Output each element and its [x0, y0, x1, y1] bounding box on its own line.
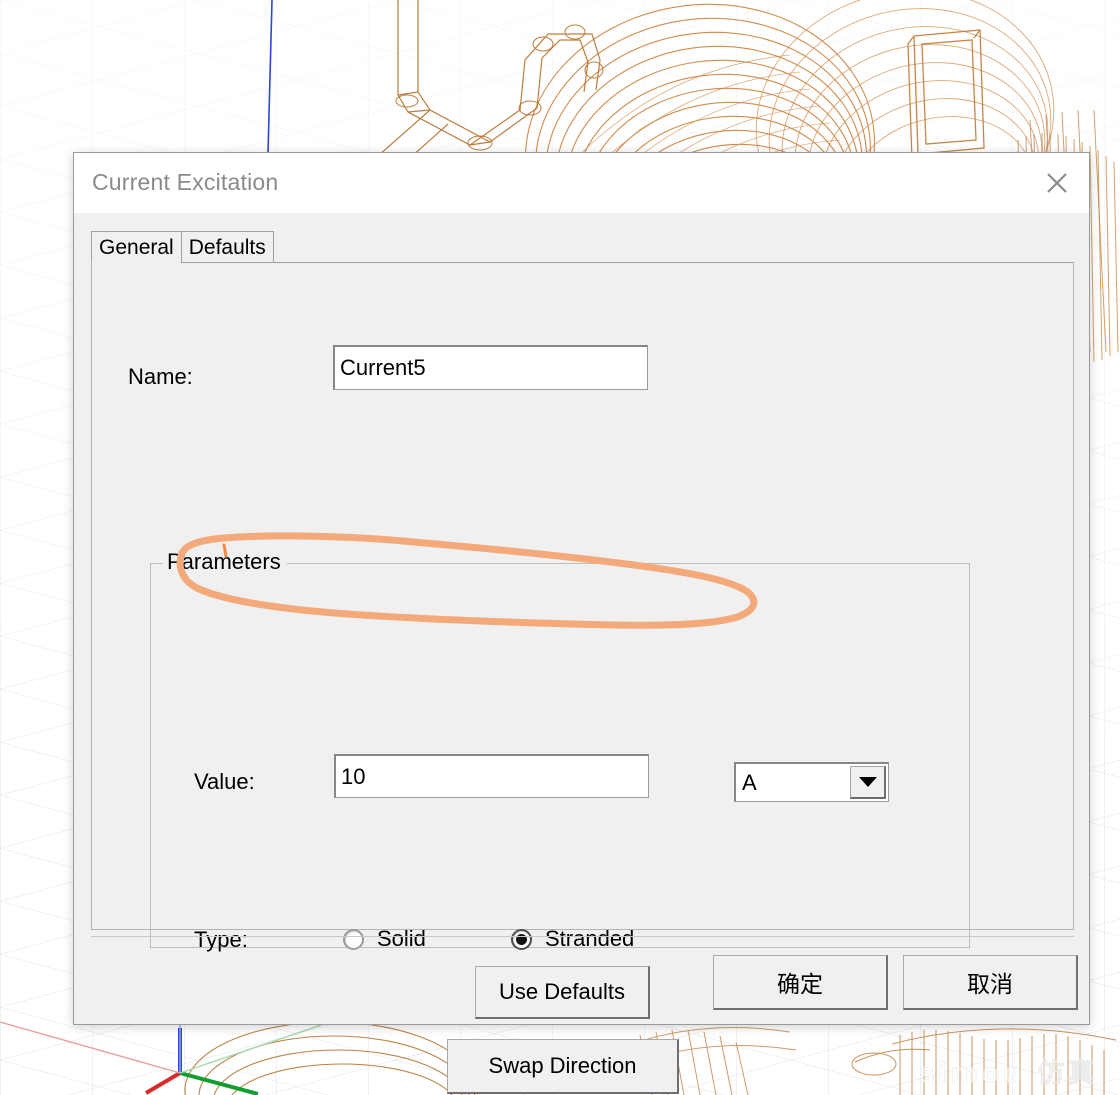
viewport-watermark: simou 仿真	[919, 1058, 1098, 1089]
parameters-legend: Parameters	[163, 549, 287, 575]
tab-content-general: Name: Current5 Parameters Value: 10 A Ty…	[91, 262, 1074, 1094]
chevron-down-icon[interactable]	[850, 766, 886, 799]
close-x-glyph	[1047, 173, 1067, 193]
unit-combobox-value: A	[742, 769, 757, 795]
current-excitation-dialog: Current Excitation General Defaults Name…	[73, 152, 1090, 1094]
value-label: Value:	[194, 769, 255, 794]
cancel-button[interactable]: 取消	[903, 955, 1078, 1010]
radio-stranded-label: Stranded	[545, 926, 635, 951]
dialog-title: Current Excitation	[92, 169, 279, 195]
radio-solid-indicator	[343, 928, 364, 950]
tab-general[interactable]: General	[91, 231, 181, 263]
radio-stranded-indicator	[511, 928, 532, 950]
dialog-titlebar[interactable]: Current Excitation	[74, 153, 1089, 213]
chevron-down-glyph	[858, 777, 877, 787]
footer-separator	[91, 936, 1074, 937]
name-label: Name:	[128, 364, 193, 389]
tabstrip: General Defaults	[91, 231, 274, 263]
swap-direction-button[interactable]: Swap Direction	[447, 1039, 679, 1094]
radio-solid[interactable]: Solid	[343, 926, 426, 952]
value-input[interactable]: 10	[334, 754, 649, 798]
type-label: Type:	[194, 927, 248, 952]
name-input[interactable]: Current5	[333, 345, 648, 390]
radio-stranded[interactable]: Stranded	[511, 926, 634, 952]
ok-button[interactable]: 确定	[713, 955, 888, 1010]
unit-combobox[interactable]: A	[734, 762, 889, 802]
parameters-groupbox: Parameters Value: 10 A Type: Solid Stran…	[150, 549, 970, 1094]
radio-solid-label: Solid	[377, 926, 426, 951]
tab-defaults[interactable]: Defaults	[180, 231, 274, 263]
close-icon[interactable]	[1025, 153, 1089, 213]
use-defaults-button[interactable]: Use Defaults	[475, 966, 650, 1019]
